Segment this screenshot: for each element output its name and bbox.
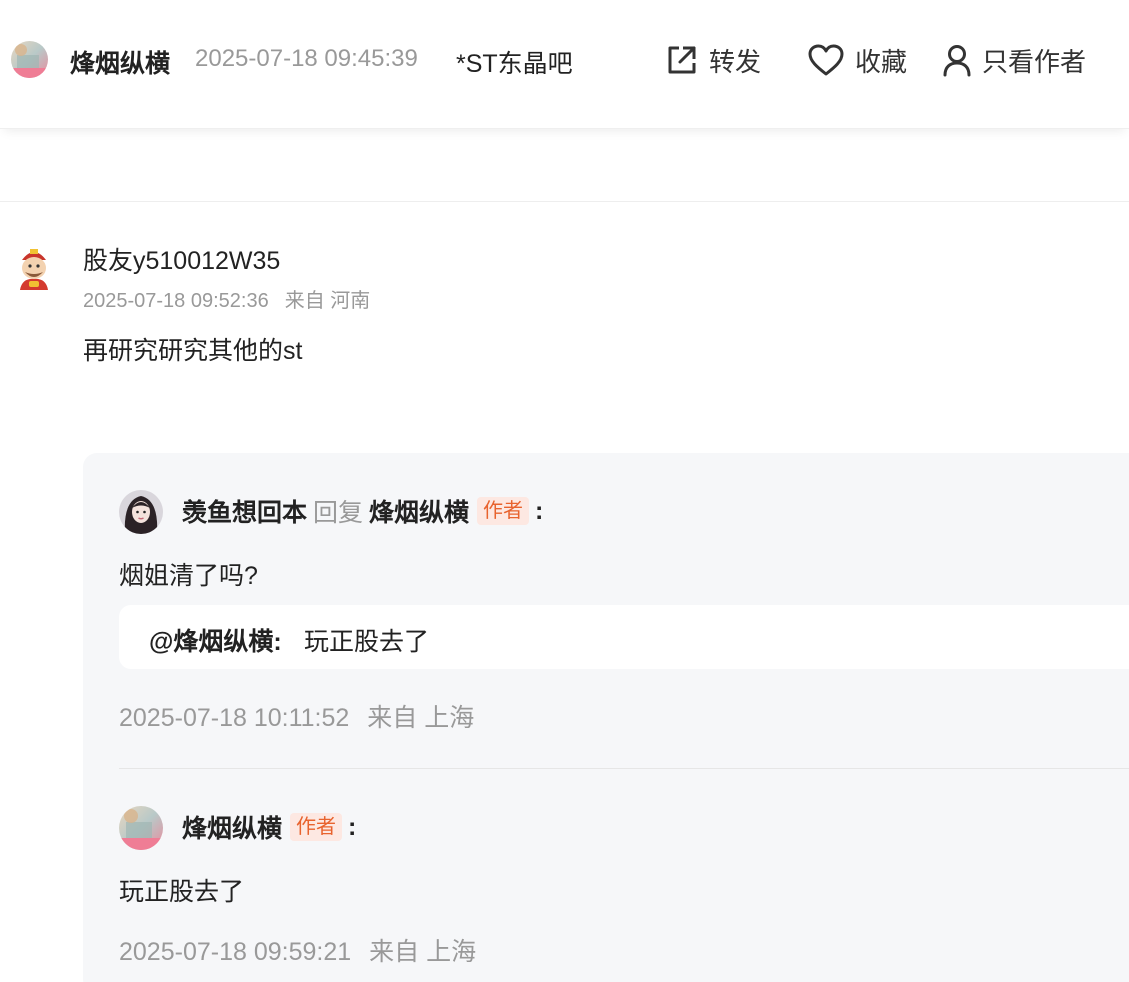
reply-thread: 羡鱼想回本 回复 烽烟纵横 作者 : 烟姐清了吗? @烽烟纵横: 玩正股去了 2… (83, 453, 1129, 982)
only-author-label: 只看作者 (982, 46, 1087, 77)
author-name[interactable]: 烽烟纵横 (70, 44, 170, 80)
favorite-button[interactable]: 收藏 (807, 40, 907, 80)
favorite-label: 收藏 (855, 46, 908, 77)
heart-outline-icon (808, 44, 844, 76)
reply-text: 玩正股去了 (119, 878, 245, 906)
reply-location: 来自 上海 (367, 704, 475, 732)
commenter-name[interactable]: 股友y510012W35 (83, 241, 280, 277)
quote-text: 玩正股去了 (304, 628, 430, 656)
share-label: 转发 (709, 46, 762, 77)
post-header: 烽烟纵横 2025-07-18 09:45:39 *ST东晶吧 转发 收藏 只看… (0, 0, 1129, 129)
comment-time: 2025-07-18 09:52:36 (83, 290, 269, 312)
reply-time: 2025-07-18 10:11:52 (119, 704, 350, 732)
reply-header: 羡鱼想回本 回复 烽烟纵横 作者 : (182, 493, 543, 529)
reply-meta: 2025-07-18 10:11:52 来自 上海 (119, 698, 474, 734)
reply-header: 烽烟纵横 作者 : (182, 809, 356, 845)
share-external-icon (668, 46, 696, 74)
post-time: 2025-07-18 09:45:39 (195, 45, 418, 72)
reply-time: 2025-07-18 09:59:21 (119, 938, 352, 966)
comment-text: 再研究研究其他的st (83, 337, 303, 365)
author-avatar[interactable] (11, 41, 48, 78)
reply-avatar[interactable] (119, 806, 163, 850)
share-button[interactable]: 转发 (665, 40, 761, 80)
only-author-button[interactable]: 只看作者 (942, 40, 1086, 80)
reply-colon: : (348, 812, 357, 841)
section-divider (0, 201, 1129, 202)
comment-meta: 2025-07-18 09:52:36 来自 河南 (83, 284, 370, 313)
commenter-avatar[interactable] (14, 246, 54, 290)
author-badge: 作者 (290, 813, 343, 841)
author-badge: 作者 (477, 497, 530, 525)
quoted-reply: @烽烟纵横: 玩正股去了 (119, 605, 1129, 669)
reply-location: 来自 上海 (369, 938, 477, 966)
reply-word: 回复 (313, 499, 364, 527)
comment-location: 来自 河南 (284, 290, 371, 312)
reply-user[interactable]: 羡鱼想回本 (182, 493, 307, 529)
reply-separator (119, 768, 1129, 769)
quote-mention[interactable]: @烽烟纵横: (149, 622, 282, 658)
reply-text: 烟姐清了吗? (119, 562, 258, 590)
person-outline-icon (943, 45, 971, 77)
reply-user[interactable]: 烽烟纵横 (182, 809, 282, 845)
reply-meta: 2025-07-18 09:59:21 来自 上海 (119, 932, 476, 968)
reply-to-user[interactable]: 烽烟纵横 (369, 493, 469, 529)
post-page: 烽烟纵横 2025-07-18 09:45:39 *ST东晶吧 转发 收藏 只看… (0, 0, 1129, 982)
reply-avatar[interactable] (119, 490, 163, 534)
board-link[interactable]: *ST东晶吧 (456, 44, 573, 80)
reply-colon: : (535, 496, 544, 525)
